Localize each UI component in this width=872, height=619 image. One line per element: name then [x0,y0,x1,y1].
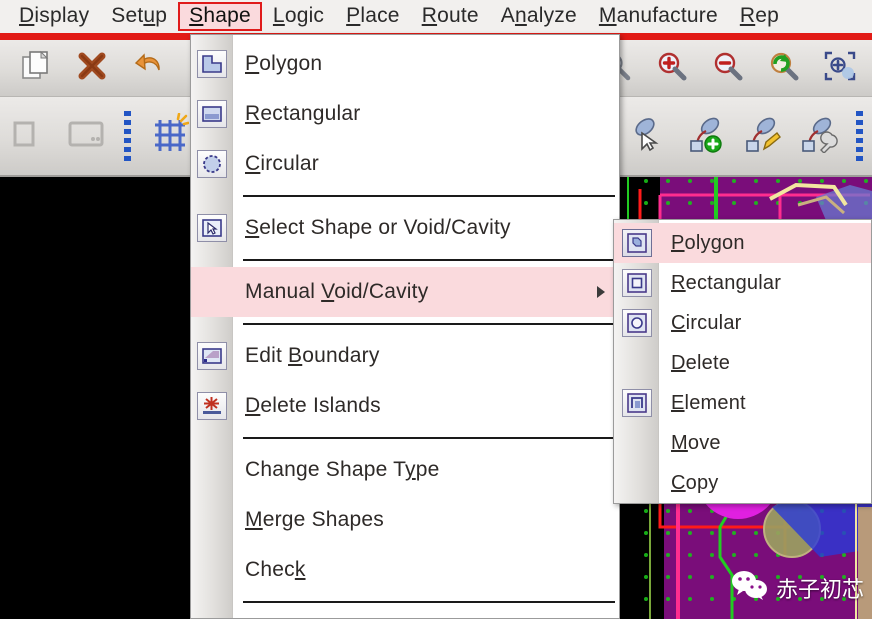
undo-icon [132,50,164,87]
shape-params-icon [798,115,838,158]
copy-icon [19,49,53,88]
rectangular-shape-icon [191,89,233,139]
menu-item-label: Select Shape or Void/Cavity [233,216,511,240]
circular-shape-icon [191,139,233,189]
undo-button[interactable] [120,43,176,93]
toolbar-grip-right[interactable] [854,111,864,161]
menu-item-label: Merge Shapes [233,508,384,532]
menubar-item-analyze[interactable]: Analyze [490,2,588,31]
menubar-item-shape[interactable]: Shape [178,2,262,31]
menu-item-label: Element [659,392,746,415]
menu-item-label: Circular [233,152,319,176]
menu-item-label: Move [659,432,721,455]
menubar-item-route[interactable]: Route [411,2,490,31]
shape-select-icon [630,115,670,158]
void-circular-icon [614,303,659,343]
menu-bar: DisplaySetupShapeLogicPlaceRouteAnalyzeM… [0,0,872,33]
menu-item-void-circular[interactable]: Circular [614,303,871,343]
delete-button[interactable] [64,43,120,93]
wechat-watermark: 赤子初芯 [731,570,864,605]
menu-item-manual-void-cavity[interactable]: Manual Void/Cavity [191,267,619,317]
toolbar-grip-left[interactable] [122,111,132,161]
menu-item-delete-islands[interactable]: Delete Islands [191,381,619,431]
shape-window-button[interactable] [58,111,114,161]
menu-item-label: Rectangular [659,272,781,295]
menu-item-edit-boundary[interactable]: Edit Boundary [191,331,619,381]
menu-item-compose-shape[interactable]: Compose Shape [191,609,619,619]
zoom-in-icon [656,50,688,87]
menu-item-icon-empty [614,463,659,503]
menu-item-label: Manual Void/Cavity [233,280,428,304]
menu-item-circular[interactable]: Circular [191,139,619,189]
menu-item-label: Delete Islands [233,394,381,418]
menu-item-icon-empty [191,267,233,317]
menu-item-select-shape-or-void-cavity[interactable]: Select Shape or Void/Cavity [191,203,619,253]
zoom-refresh-button[interactable] [756,43,812,93]
wechat-icon [731,570,769,605]
menubar-item-report[interactable]: Rep [729,2,790,31]
menu-item-void-rectangular[interactable]: Rectangular [614,263,871,303]
menu-item-label: Polygon [233,52,322,76]
grid-toggle-button[interactable] [140,111,196,161]
menu-item-icon-empty [191,445,233,495]
menu-item-void-delete[interactable]: Delete [614,343,871,383]
menu-item-label: Copy [659,472,719,495]
shape-edit-icon [742,115,782,158]
zoom-out-icon [712,50,744,87]
delete-x-icon [76,50,108,87]
menu-item-icon-empty [614,423,659,463]
menu-item-icon-empty [191,545,233,595]
copy-button[interactable] [8,43,64,93]
void-rectangular-icon [614,263,659,303]
void-element-icon [614,383,659,423]
shape-add-icon [686,115,726,158]
shape-params-button[interactable] [790,111,846,161]
zoom-refresh-icon [768,50,800,87]
zoom-region-icon [823,50,857,87]
menubar-item-place[interactable]: Place [335,2,411,31]
shape-select-button[interactable] [622,111,678,161]
zoom-in-button[interactable] [644,43,700,93]
submenu-arrow-icon [597,286,605,298]
menu-item-void-copy[interactable]: Copy [614,463,871,503]
menu-item-icon-empty [191,609,233,619]
edit-boundary-icon [191,331,233,381]
menu-item-change-shape-type[interactable]: Change Shape Type [191,445,619,495]
shape-rect-button[interactable] [2,111,58,161]
menu-item-void-element[interactable]: Element [614,383,871,423]
menu-item-label: Check [233,558,306,582]
menu-item-label: Rectangular [233,102,360,126]
zoom-region-button[interactable] [812,43,868,93]
menubar-item-logic[interactable]: Logic [262,2,335,31]
menubar-item-manufacture[interactable]: Manufacture [588,2,729,31]
menu-item-icon-empty [614,343,659,383]
menu-item-label: Change Shape Type [233,458,440,482]
menubar-item-setup[interactable]: Setup [100,2,178,31]
menu-item-check[interactable]: Check [191,545,619,595]
menu-item-label: Polygon [659,232,745,255]
grid-icon [147,113,189,160]
menubar-item-display[interactable]: Display [8,2,100,31]
void-polygon-icon [614,223,659,263]
shape-rect-icon [13,119,47,154]
menu-item-label: Delete [659,352,730,375]
manual-void-cavity-submenu[interactable]: Polygon Rectangular Circular Delete Element M… [613,219,872,504]
menu-item-merge-shapes[interactable]: Merge Shapes [191,495,619,545]
menu-item-label: Circular [659,312,742,335]
shape-dropdown-menu[interactable]: Polygon Rectangular Circular Select Shape o… [190,34,620,619]
menu-item-void-move[interactable]: Move [614,423,871,463]
menu-item-void-polygon[interactable]: Polygon [614,223,871,263]
shape-window-icon [66,118,106,155]
menu-item-rectangular[interactable]: Rectangular [191,89,619,139]
menu-item-icon-empty [191,495,233,545]
shape-add-button[interactable] [678,111,734,161]
watermark-text: 赤子初芯 [776,572,864,604]
menu-item-polygon[interactable]: Polygon [191,39,619,89]
shape-edit-button[interactable] [734,111,790,161]
zoom-out-button[interactable] [700,43,756,93]
menu-item-label: Edit Boundary [233,344,380,368]
select-shape-icon [191,203,233,253]
delete-islands-icon [191,381,233,431]
polygon-shape-icon [191,39,233,89]
